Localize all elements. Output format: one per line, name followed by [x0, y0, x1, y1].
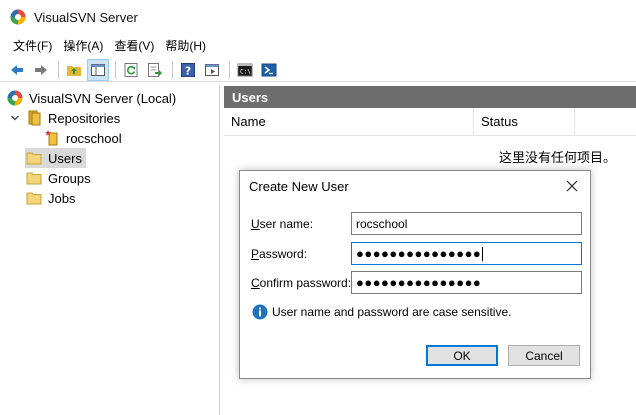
repository-icon [45, 130, 58, 146]
folder-icon [26, 152, 42, 165]
help-button[interactable]: ? [177, 59, 199, 81]
menu-view[interactable]: 查看(V) [109, 35, 160, 56]
folder-icon [26, 192, 42, 205]
tree-node-repo-rocschool[interactable]: rocschool [44, 129, 122, 147]
forward-button[interactable] [30, 59, 52, 81]
create-user-dialog: Create New User User name: rocschool Pas… [239, 170, 591, 379]
export-list-button[interactable] [144, 59, 166, 81]
title-bar: VisualSVN Server [0, 0, 636, 34]
repositories-icon [28, 110, 41, 126]
ok-button[interactable]: OK [426, 345, 498, 366]
menu-bar: 文件(F) 操作(A) 查看(V) 帮助(H) [0, 34, 636, 56]
tree-node-repositories[interactable]: Repositories [26, 109, 120, 127]
dialog-close-button[interactable] [560, 175, 584, 197]
console-icon: C:\ [237, 63, 253, 76]
tree-node-users[interactable]: Users [25, 148, 86, 168]
info-icon [252, 304, 268, 320]
content-header: Users [224, 86, 636, 108]
username-input[interactable]: rocschool [351, 212, 582, 235]
navigation-tree: VisualSVN Server (Local) Repositories ro… [0, 86, 220, 415]
view-button[interactable] [201, 59, 223, 81]
powershell-button[interactable] [258, 59, 280, 81]
password-value: ●●●●●●●●●●●●●●● [356, 246, 482, 261]
username-value: rocschool [356, 216, 408, 231]
visualsvn-server-icon [7, 90, 23, 106]
folder-icon [26, 172, 42, 185]
tree-node-server[interactable]: VisualSVN Server (Local) [7, 89, 176, 107]
column-header-status[interactable]: Status [474, 108, 575, 135]
show-hide-tree-icon [91, 63, 105, 76]
forward-arrow-icon [35, 64, 47, 75]
confirm-password-label: Confirm password: [251, 276, 352, 290]
app-window: VisualSVN Server 文件(F) 操作(A) 查看(V) 帮助(H) [0, 0, 636, 415]
column-headers: Name Status [224, 108, 636, 136]
close-icon [566, 180, 578, 192]
dialog-body: User name: rocschool Password: ●●●●●●●●●… [240, 202, 590, 378]
up-folder-icon [67, 65, 81, 76]
tree-label-jobs: Jobs [48, 190, 76, 206]
toolbar-separator [58, 60, 59, 79]
window-title: VisualSVN Server [34, 9, 138, 25]
menu-file[interactable]: 文件(F) [8, 35, 58, 56]
export-icon [148, 62, 162, 77]
up-level-button[interactable] [63, 59, 85, 81]
password-label: Password: [251, 247, 308, 261]
tree-node-groups[interactable]: Groups [26, 169, 91, 187]
dialog-title: Create New User [249, 179, 349, 194]
visualsvn-logo-icon [10, 9, 26, 25]
info-text: User name and password are case sensitiv… [272, 305, 512, 319]
confirm-password-value: ●●●●●●●●●●●●●●● [356, 275, 482, 290]
help-icon: ? [181, 62, 195, 77]
password-input[interactable]: ●●●●●●●●●●●●●●● [351, 242, 582, 265]
username-label: User name: [251, 217, 314, 231]
column-header-name[interactable]: Name [224, 108, 474, 135]
toolbar: ? C:\ [0, 58, 636, 82]
back-arrow-icon [11, 64, 23, 75]
tree-label-groups: Groups [48, 170, 91, 186]
text-caret [482, 246, 484, 261]
case-sensitive-note: User name and password are case sensitiv… [252, 304, 511, 320]
menu-action[interactable]: 操作(A) [58, 35, 109, 56]
tree-node-jobs[interactable]: Jobs [26, 189, 75, 207]
toolbar-separator [115, 60, 116, 79]
svg-text:?: ? [185, 64, 191, 77]
tree-label-users: Users [48, 150, 82, 166]
chevron-down-icon[interactable] [10, 113, 20, 123]
cancel-button[interactable]: Cancel [508, 345, 580, 366]
toolbar-separator [229, 60, 230, 79]
show-hide-tree-button[interactable] [87, 58, 109, 81]
menu-help[interactable]: 帮助(H) [160, 35, 212, 56]
back-button[interactable] [6, 59, 28, 81]
tree-label-repo: rocschool [66, 130, 122, 146]
confirm-password-input[interactable]: ●●●●●●●●●●●●●●● [351, 271, 582, 294]
powershell-icon [261, 63, 277, 76]
command-prompt-button[interactable]: C:\ [234, 59, 256, 81]
refresh-icon [124, 62, 138, 77]
toolbar-separator [172, 60, 173, 79]
dialog-titlebar: Create New User [240, 171, 590, 202]
refresh-button[interactable] [120, 59, 142, 81]
tree-label-repositories: Repositories [48, 110, 121, 126]
empty-list-message: 这里没有任何项目。 [498, 150, 616, 165]
view-icon [205, 63, 219, 76]
svg-text:C:\: C:\ [240, 68, 251, 75]
tree-label-server: VisualSVN Server (Local) [29, 90, 177, 106]
